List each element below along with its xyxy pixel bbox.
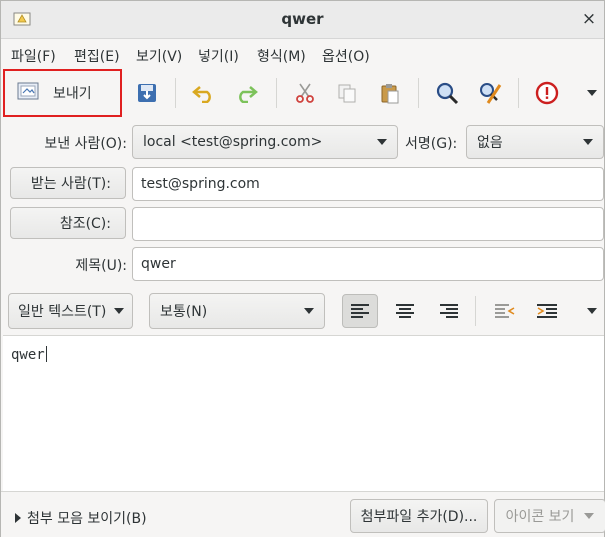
- to-field[interactable]: test@spring.com: [132, 167, 604, 201]
- from-select[interactable]: local <test@spring.com>: [132, 125, 398, 159]
- toolbar-separator: [518, 78, 519, 108]
- editor-mode-value: 일반 텍스트(T): [18, 304, 107, 320]
- composer-window: qwer × 파일(F) 편집(E) 보기(V) 넣기(I) 형식(M) 옵션(…: [0, 0, 605, 537]
- toolbar-separator: [276, 78, 277, 108]
- menu-file[interactable]: 파일(F): [11, 46, 56, 66]
- align-center-icon: [396, 304, 414, 318]
- cc-button[interactable]: 참조(C):: [10, 207, 126, 239]
- close-icon[interactable]: ×: [580, 10, 598, 28]
- spell-check-icon[interactable]: [475, 78, 505, 108]
- icon-view-select[interactable]: 아이콘 보기: [494, 499, 605, 533]
- text-caret: [45, 346, 47, 362]
- indent-icon: [537, 304, 557, 318]
- from-label: 보낸 사람(O):: [44, 136, 127, 152]
- menu-bar: 파일(F) 편집(E) 보기(V) 넣기(I) 형식(M) 옵션(O): [1, 40, 604, 70]
- chevron-down-icon: [377, 139, 387, 145]
- priority-icon[interactable]: [532, 78, 562, 108]
- format-overflow-menu[interactable]: [574, 294, 605, 328]
- chevron-down-icon: [587, 308, 597, 314]
- menu-format[interactable]: 형식(M): [257, 46, 306, 66]
- align-left-icon: [351, 304, 369, 318]
- attachments-expander-label: 첨부 모음 보이기(B): [27, 511, 147, 527]
- toolbar-separator: [475, 296, 476, 326]
- subject-label: 제목(U):: [75, 258, 127, 274]
- menu-view[interactable]: 보기(V): [136, 46, 182, 66]
- title-bar: qwer ×: [1, 1, 604, 39]
- subject-field[interactable]: qwer: [132, 247, 604, 281]
- menu-edit[interactable]: 편집(E): [74, 46, 120, 66]
- message-body-text: qwer: [11, 347, 45, 363]
- to-button[interactable]: 받는 사람(T):: [10, 167, 126, 199]
- align-center-button[interactable]: [387, 294, 423, 328]
- cc-button-label: 참조(C):: [59, 216, 111, 232]
- chevron-down-icon: [583, 139, 593, 145]
- align-left-button[interactable]: [342, 294, 378, 328]
- copy-icon[interactable]: [332, 78, 362, 108]
- attachment-bar: 첨부 모음 보이기(B) 첨부파일 추가(D)... 아이콘 보기: [1, 491, 605, 537]
- cut-icon[interactable]: [290, 78, 320, 108]
- paste-icon[interactable]: [375, 78, 405, 108]
- redo-icon[interactable]: [231, 78, 261, 108]
- subject-field-value: qwer: [141, 256, 176, 272]
- to-button-label: 받는 사람(T):: [30, 176, 111, 192]
- signature-select[interactable]: 없음: [466, 125, 604, 159]
- menu-insert[interactable]: 넣기(I): [198, 46, 239, 66]
- icon-view-label: 아이콘 보기: [505, 509, 575, 525]
- from-select-value: local <test@spring.com>: [143, 134, 323, 150]
- toolbar-separator: [418, 78, 419, 108]
- expander-arrow-icon: [15, 513, 21, 523]
- toolbar-separator: [175, 78, 176, 108]
- find-icon[interactable]: [432, 78, 462, 108]
- add-attachment-button[interactable]: 첨부파일 추가(D)...: [350, 499, 488, 533]
- signature-label: 서명(G):: [405, 136, 458, 152]
- add-attachment-label: 첨부파일 추가(D)...: [360, 509, 478, 525]
- paragraph-style-select[interactable]: 보통(N): [149, 293, 325, 329]
- overflow-menu-icon[interactable]: [577, 78, 605, 108]
- indent-button[interactable]: [529, 294, 565, 328]
- chevron-down-icon: [587, 90, 597, 96]
- align-right-icon: [440, 304, 458, 318]
- to-field-value: test@spring.com: [141, 176, 260, 192]
- signature-select-value: 없음: [477, 135, 503, 151]
- outdent-button[interactable]: [487, 294, 523, 328]
- chevron-down-icon: [114, 308, 124, 314]
- undo-icon[interactable]: [189, 78, 219, 108]
- save-draft-icon[interactable]: [132, 78, 162, 108]
- format-toolbar: 일반 텍스트(T) 보통(N): [1, 287, 604, 335]
- message-body-editor[interactable]: qwer: [3, 335, 604, 491]
- outdent-icon: [495, 304, 515, 318]
- chevron-down-icon: [304, 308, 314, 314]
- align-right-button[interactable]: [431, 294, 467, 328]
- toolbar: [1, 70, 604, 116]
- window-title: qwer: [281, 10, 324, 28]
- paragraph-style-value: 보통(N): [160, 304, 208, 320]
- cc-field[interactable]: [132, 207, 604, 241]
- chevron-down-icon: [584, 513, 595, 519]
- editor-mode-select[interactable]: 일반 텍스트(T): [8, 293, 133, 329]
- menu-options[interactable]: 옵션(O): [322, 46, 370, 66]
- attachments-expander[interactable]: 첨부 모음 보이기(B): [15, 508, 147, 528]
